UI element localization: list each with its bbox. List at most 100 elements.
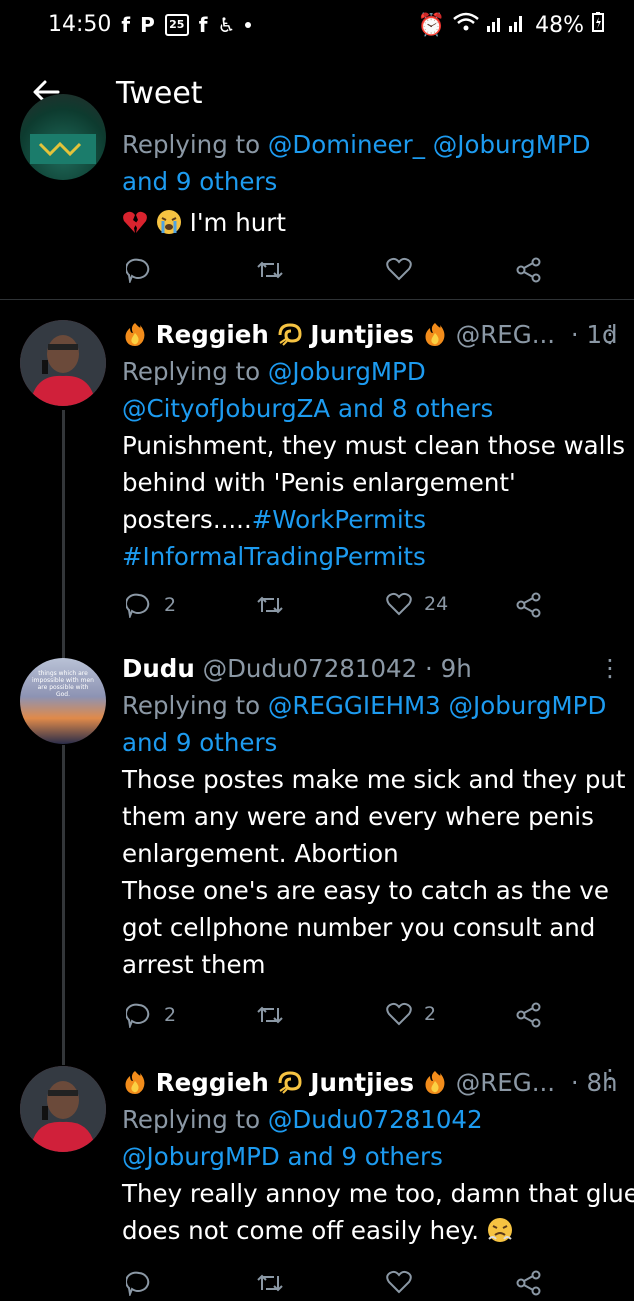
reply-button[interactable] xyxy=(126,1270,152,1296)
share-button[interactable] xyxy=(516,257,542,283)
display-name-part1[interactable]: Reggieh xyxy=(156,320,269,349)
avatar[interactable]: things which are impossible with men are… xyxy=(20,658,106,744)
avatar[interactable] xyxy=(20,94,106,180)
share-button[interactable] xyxy=(516,1002,542,1028)
reply-icon xyxy=(126,1271,150,1296)
reply-button[interactable]: 2 xyxy=(126,1002,176,1028)
like-button[interactable]: 2 xyxy=(386,1002,436,1026)
dizzy-emoji xyxy=(269,1068,311,1097)
tweet-text-line: them any were and every where penis xyxy=(122,802,594,831)
tweet-time[interactable]: · 9h xyxy=(425,654,472,683)
like-count: 24 xyxy=(424,593,449,615)
status-bar: 14:50 f P 25 f ♿ ⏰ 48% xyxy=(0,0,634,50)
tweet-text-line: behind with 'Penis enlargement' xyxy=(122,468,516,497)
display-name-part2[interactable]: Juntjies xyxy=(310,1068,414,1097)
tweet-text-line: got cellphone number you consult and xyxy=(122,913,596,942)
battery-level: 48% xyxy=(535,12,584,38)
calendar-icon: 25 xyxy=(164,13,189,36)
hashtag-link[interactable]: #WorkPermits xyxy=(252,505,426,534)
replying-prefix: Replying to xyxy=(122,130,261,159)
reply-button[interactable] xyxy=(126,257,152,283)
tweet-text-line: enlargement. Abortion xyxy=(122,839,399,868)
fire-emoji xyxy=(122,320,156,349)
replying-to-link[interactable]: @Domineer_ @JoburgMPD xyxy=(268,130,591,159)
replying-to-link[interactable]: @JoburgMPD xyxy=(268,357,426,386)
replying-to-link[interactable]: @REGGIEHM3 @JoburgMPD xyxy=(268,691,606,720)
replying-prefix: Replying to xyxy=(122,357,261,386)
reply-icon xyxy=(126,258,150,283)
like-button[interactable] xyxy=(386,1270,412,1294)
user-handle[interactable]: @REG... xyxy=(456,1068,555,1097)
more-options-icon[interactable]: ⋮ xyxy=(598,654,622,682)
status-time: 14:50 xyxy=(48,12,112,37)
facebook-icon: f xyxy=(121,12,131,37)
tweet-2[interactable]: Reggieh Juntjies @REG... · 1d Replying t… xyxy=(0,300,634,640)
accessibility-icon: ♿ xyxy=(217,12,236,37)
wifi-icon xyxy=(453,12,479,38)
hashtag-link[interactable]: #InformalTradingPermits xyxy=(122,538,620,575)
like-count: 2 xyxy=(424,1003,437,1025)
page-title: Tweet xyxy=(116,76,203,111)
like-button[interactable] xyxy=(386,257,412,281)
retweet-button[interactable] xyxy=(256,592,284,618)
user-handle[interactable]: @REG... xyxy=(456,320,555,349)
share-icon xyxy=(516,257,541,283)
battery-icon xyxy=(592,12,604,38)
avatar[interactable] xyxy=(20,320,106,406)
tweet-text-line: Those postes make me sick and they put xyxy=(122,765,626,794)
retweet-icon xyxy=(257,1274,283,1292)
more-options-icon[interactable]: ⋮ xyxy=(598,1064,622,1092)
retweet-icon xyxy=(257,596,283,614)
share-icon xyxy=(516,1270,541,1296)
tweet-text-line: arrest them xyxy=(122,950,266,979)
notification-dot xyxy=(245,21,252,28)
dizzy-emoji xyxy=(269,320,311,349)
signal-icon xyxy=(487,12,527,38)
alarm-icon: ⏰ xyxy=(417,12,446,38)
fire-emoji xyxy=(414,320,456,349)
replying-prefix: Replying to xyxy=(122,691,261,720)
replying-others-link[interactable]: and 9 others xyxy=(122,163,620,200)
tweet-text-line: Punishment, they must clean those walls xyxy=(122,431,626,460)
heart-icon xyxy=(386,257,412,281)
tweet-3[interactable]: things which are impossible with men are… xyxy=(0,640,634,1040)
display-name-part2[interactable]: Juntjies xyxy=(310,320,414,349)
display-name-part1[interactable]: Reggieh xyxy=(156,1068,269,1097)
reply-button[interactable]: 2 xyxy=(126,592,176,618)
display-name[interactable]: Dudu xyxy=(122,654,195,683)
avatar[interactable] xyxy=(20,1066,106,1152)
angry-face-emoji xyxy=(487,1216,513,1245)
tweet-text-line: They really annoy me too, damn that glue xyxy=(122,1179,634,1208)
reply-count: 2 xyxy=(164,1004,177,1026)
heart-icon xyxy=(386,1002,412,1026)
retweet-icon xyxy=(257,261,283,279)
reply-icon xyxy=(126,593,150,618)
share-button[interactable] xyxy=(516,1270,542,1296)
like-button[interactable]: 24 xyxy=(386,592,448,616)
retweet-icon xyxy=(257,1006,283,1024)
heart-icon xyxy=(386,592,412,616)
retweet-button[interactable] xyxy=(256,257,284,283)
user-handle[interactable]: @Dudu07281042 xyxy=(203,654,418,683)
reply-count: 2 xyxy=(164,594,177,616)
tweet-1[interactable]: Replying to @Domineer_ @JoburgMPD and 9 … xyxy=(0,94,634,299)
replying-others-link[interactable]: and 9 others xyxy=(122,724,620,761)
tweet-text-line: Those one's are easy to catch as the ve xyxy=(122,876,609,905)
tweet-4[interactable]: Reggieh Juntjies @REG... · 8h Replying t… xyxy=(0,1048,634,1301)
retweet-button[interactable] xyxy=(256,1002,284,1028)
share-button[interactable] xyxy=(516,592,542,618)
fire-emoji xyxy=(122,1068,156,1097)
share-icon xyxy=(516,1002,541,1028)
replying-to-link[interactable]: @Dudu07281042 xyxy=(268,1105,483,1134)
tweet-text-line: does not come off easily hey. xyxy=(122,1216,480,1245)
fire-emoji xyxy=(414,1068,456,1097)
replying-others-link[interactable]: @JoburgMPD and 9 others xyxy=(122,1138,620,1175)
retweet-button[interactable] xyxy=(256,1270,284,1296)
reply-icon xyxy=(126,1003,150,1028)
heart-icon xyxy=(386,1270,412,1294)
replying-prefix: Replying to xyxy=(122,1105,261,1134)
more-options-icon[interactable]: ⋮ xyxy=(598,320,622,348)
replying-others-link[interactable]: @CityofJoburgZA and 8 others xyxy=(122,390,620,427)
share-icon xyxy=(516,592,541,618)
tweet-text-line: posters..... xyxy=(122,505,252,534)
